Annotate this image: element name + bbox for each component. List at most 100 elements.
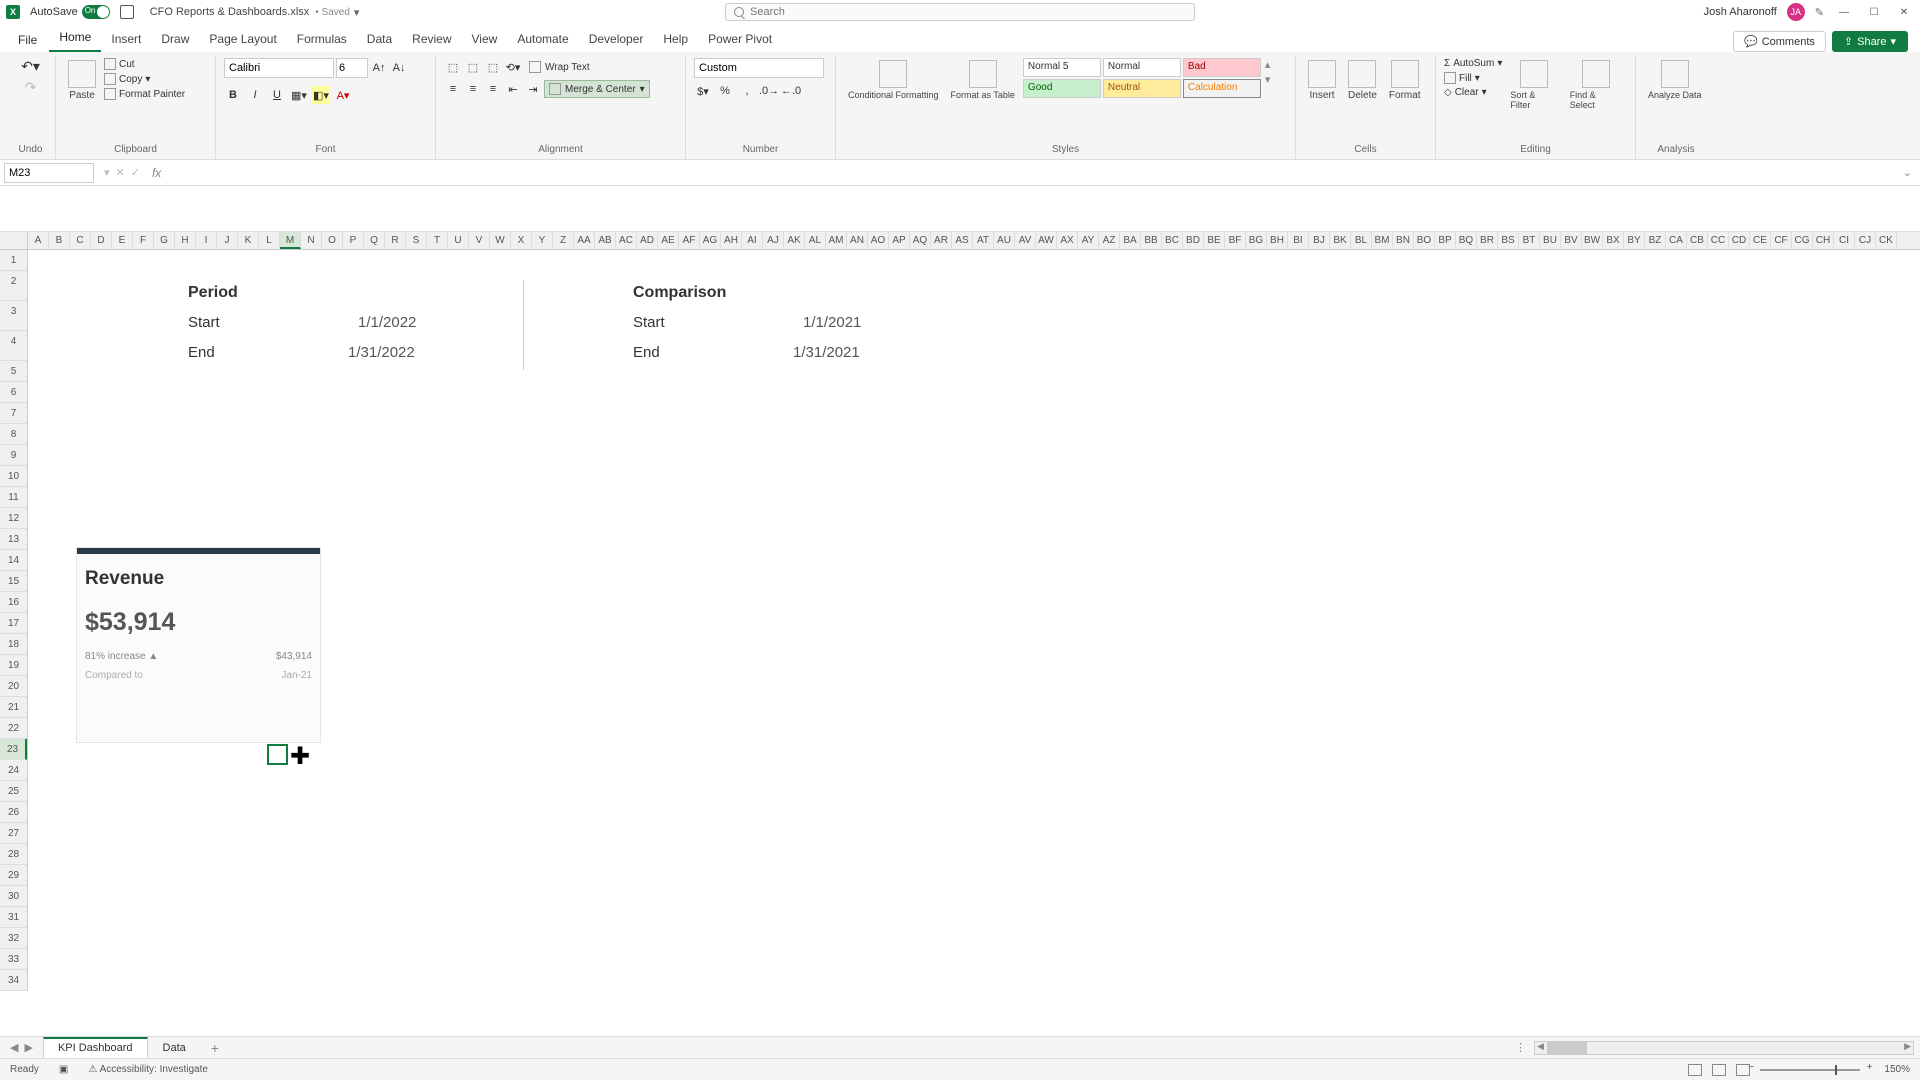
col-header-CC[interactable]: CC [1708,232,1729,249]
col-header-AH[interactable]: AH [721,232,742,249]
col-header-BA[interactable]: BA [1120,232,1141,249]
tab-data[interactable]: Data [357,26,402,52]
style-bad[interactable]: Bad [1183,58,1261,77]
horizontal-scrollbar[interactable]: ◀ ▶ [1534,1041,1914,1055]
sort-filter-button[interactable]: Sort & Filter [1506,58,1561,112]
col-header-AA[interactable]: AA [574,232,595,249]
tab-draw[interactable]: Draw [151,26,199,52]
zoom-level[interactable]: 150% [1884,1064,1910,1075]
format-button[interactable]: Format [1385,58,1425,103]
col-header-X[interactable]: X [511,232,532,249]
view-normal-icon[interactable] [1688,1064,1702,1076]
sheet-menu-icon[interactable]: ⋮ [1507,1041,1534,1054]
currency-icon[interactable]: $▾ [694,82,712,100]
col-header-BN[interactable]: BN [1393,232,1414,249]
col-header-BZ[interactable]: BZ [1645,232,1666,249]
row-header-5[interactable]: 5 [0,361,27,382]
align-right-icon[interactable]: ≡ [484,80,502,98]
conditional-format-button[interactable]: Conditional Formatting [844,58,943,102]
number-format-select[interactable] [694,58,824,78]
col-header-BT[interactable]: BT [1519,232,1540,249]
align-bottom-icon[interactable]: ⬚ [484,58,502,76]
col-header-AQ[interactable]: AQ [910,232,931,249]
col-header-E[interactable]: E [112,232,133,249]
row-header-2[interactable]: 2 [0,271,27,301]
tab-home[interactable]: Home [49,24,101,52]
sheet-tab-kpi[interactable]: KPI Dashboard [43,1037,148,1058]
col-header-Z[interactable]: Z [553,232,574,249]
name-box[interactable] [4,163,94,183]
col-header-I[interactable]: I [196,232,217,249]
align-middle-icon[interactable]: ⬚ [464,58,482,76]
autosum-button[interactable]: Σ AutoSum ▾ [1444,58,1502,69]
col-header-BF[interactable]: BF [1225,232,1246,249]
cells-area[interactable]: Period Start 1/1/2022 End 1/31/2022 Comp… [28,250,1920,1016]
col-header-CI[interactable]: CI [1834,232,1855,249]
col-header-AV[interactable]: AV [1015,232,1036,249]
col-header-AD[interactable]: AD [637,232,658,249]
underline-button[interactable]: U [268,86,286,104]
col-header-V[interactable]: V [469,232,490,249]
row-header-3[interactable]: 3 [0,301,27,331]
col-header-AG[interactable]: AG [700,232,721,249]
col-header-CF[interactable]: CF [1771,232,1792,249]
row-header-24[interactable]: 24 [0,760,27,781]
col-header-AR[interactable]: AR [931,232,952,249]
inc-decimal-icon[interactable]: .0→ [760,82,778,100]
row-header-17[interactable]: 17 [0,613,27,634]
record-macro-icon[interactable]: ▣ [59,1064,68,1075]
style-normal5[interactable]: Normal 5 [1023,58,1101,77]
col-header-AK[interactable]: AK [784,232,805,249]
col-header-AT[interactable]: AT [973,232,994,249]
col-header-AO[interactable]: AO [868,232,889,249]
row-header-23[interactable]: 23 [0,739,27,760]
col-header-CJ[interactable]: CJ [1855,232,1876,249]
selected-cell[interactable] [267,744,288,765]
fx-icon[interactable]: fx [152,166,161,180]
col-header-BY[interactable]: BY [1624,232,1645,249]
col-header-AJ[interactable]: AJ [763,232,784,249]
fb-confirm-icon[interactable]: ✓ [131,166,140,179]
col-header-BQ[interactable]: BQ [1456,232,1477,249]
col-header-BU[interactable]: BU [1540,232,1561,249]
filename-dropdown-icon[interactable]: ▾ [354,6,360,19]
username[interactable]: Josh Aharonoff [1704,6,1777,18]
scroll-right-icon[interactable]: ▶ [1904,1041,1911,1052]
insert-button[interactable]: Insert [1304,58,1340,103]
col-header-BG[interactable]: BG [1246,232,1267,249]
col-header-S[interactable]: S [406,232,427,249]
col-header-AC[interactable]: AC [616,232,637,249]
status-accessibility[interactable]: ⚠ Accessibility: Investigate [88,1064,208,1075]
row-header-32[interactable]: 32 [0,928,27,949]
row-header-7[interactable]: 7 [0,403,27,424]
row-header-12[interactable]: 12 [0,508,27,529]
col-header-AE[interactable]: AE [658,232,679,249]
col-header-N[interactable]: N [301,232,322,249]
col-header-AX[interactable]: AX [1057,232,1078,249]
share-button[interactable]: ⇪ Share ▾ [1832,31,1908,52]
col-header-AL[interactable]: AL [805,232,826,249]
col-header-BL[interactable]: BL [1351,232,1372,249]
row-header-29[interactable]: 29 [0,865,27,886]
clear-button[interactable]: ◇ Clear ▾ [1444,87,1502,98]
format-painter-button[interactable]: Format Painter [104,88,185,100]
style-calculation[interactable]: Calculation [1183,79,1261,98]
font-name-select[interactable] [224,58,334,78]
row-header-1[interactable]: 1 [0,250,27,271]
col-header-BE[interactable]: BE [1204,232,1225,249]
col-header-Q[interactable]: Q [364,232,385,249]
tab-formulas[interactable]: Formulas [287,26,357,52]
tab-insert[interactable]: Insert [101,26,151,52]
zoom-thumb[interactable] [1835,1065,1837,1075]
formula-input[interactable] [167,163,1894,183]
tab-page-layout[interactable]: Page Layout [199,26,286,52]
italic-button[interactable]: I [246,86,264,104]
col-header-AW[interactable]: AW [1036,232,1057,249]
col-header-AN[interactable]: AN [847,232,868,249]
col-header-BC[interactable]: BC [1162,232,1183,249]
col-header-AY[interactable]: AY [1078,232,1099,249]
close-icon[interactable]: ✕ [1894,7,1914,18]
col-header-BK[interactable]: BK [1330,232,1351,249]
col-header-CK[interactable]: CK [1876,232,1897,249]
col-header-C[interactable]: C [70,232,91,249]
